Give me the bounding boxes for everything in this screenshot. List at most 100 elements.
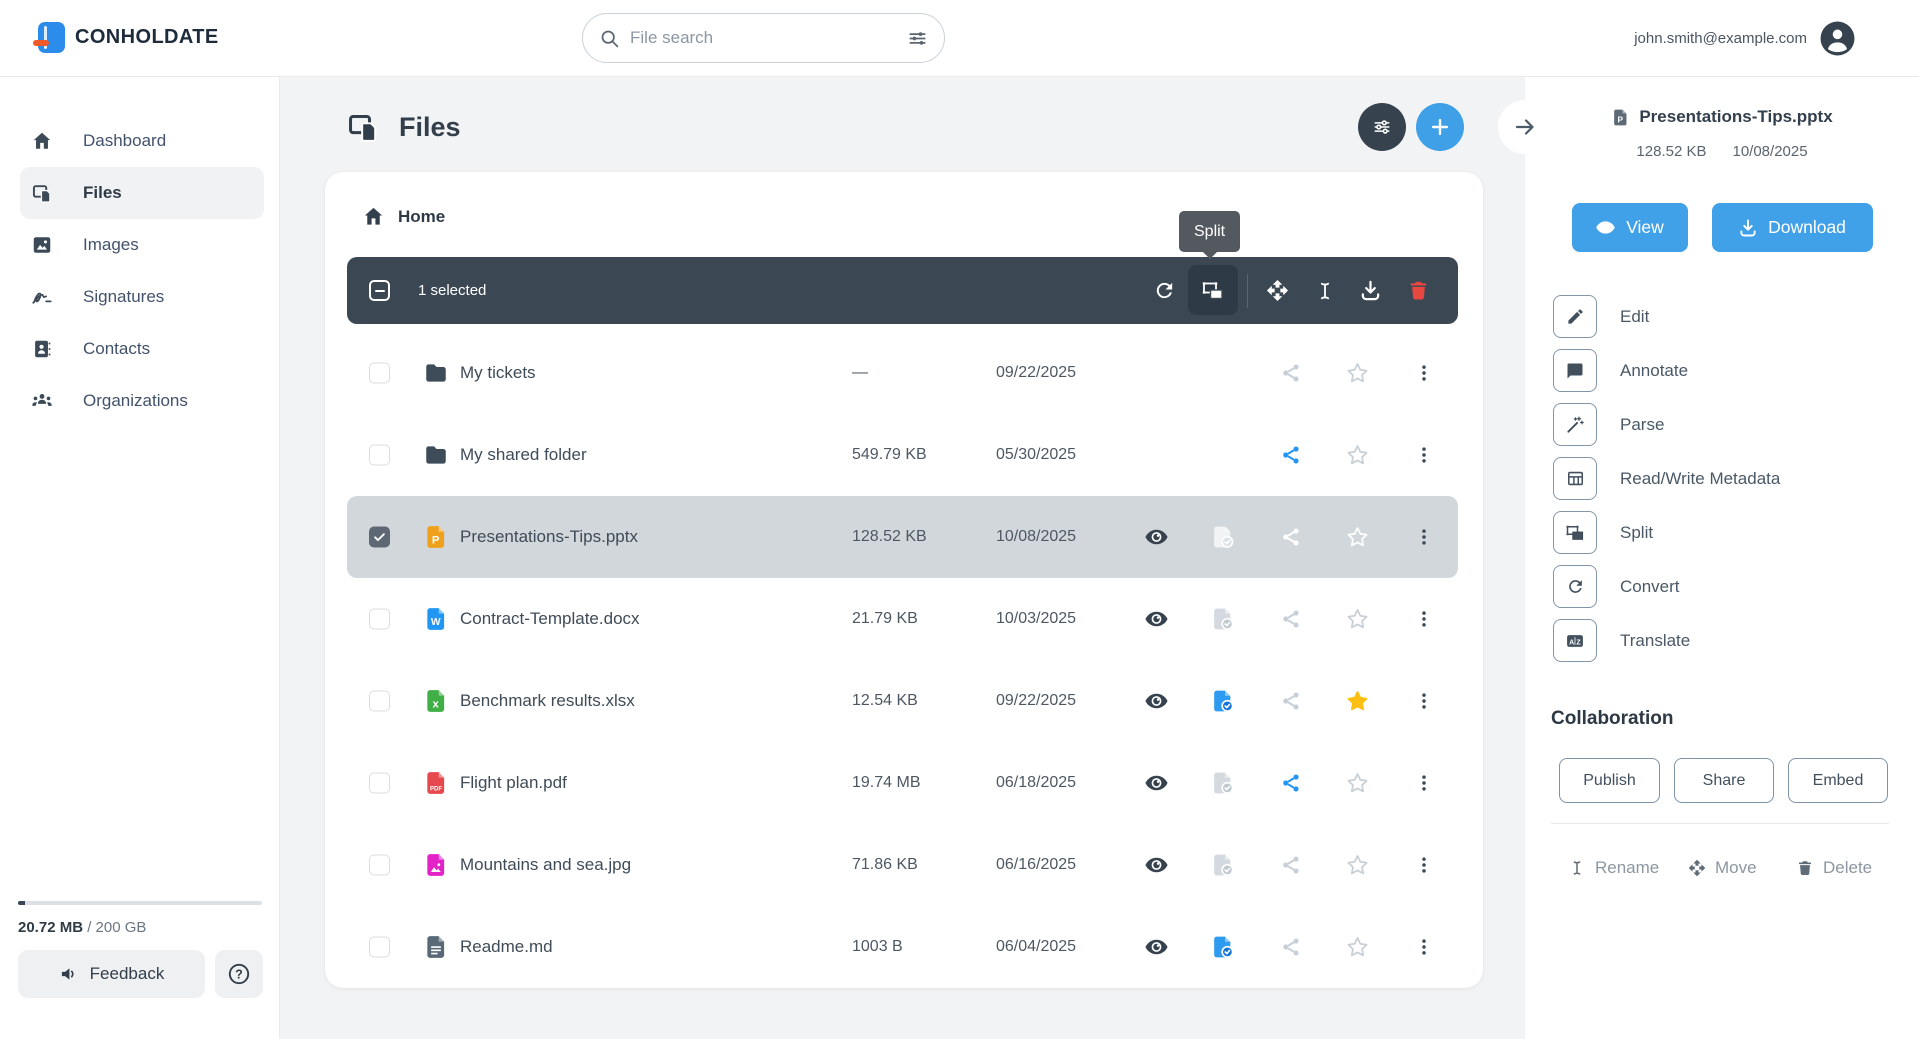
share-button[interactable] [1280, 936, 1302, 958]
favorite-button[interactable] [1345, 771, 1370, 796]
approval-button[interactable] [1210, 525, 1235, 550]
download-button[interactable] [1350, 257, 1390, 324]
file-name[interactable]: Flight plan.pdf [460, 773, 567, 793]
docx-file-icon [423, 606, 449, 632]
delete-button[interactable]: Delete [1796, 853, 1872, 883]
share-button[interactable] [1280, 854, 1302, 876]
action-translate[interactable]: Translate [1553, 619, 1893, 662]
favorite-button[interactable] [1345, 689, 1370, 714]
avatar[interactable] [1819, 20, 1856, 57]
row-checkbox[interactable] [369, 773, 390, 794]
share-button[interactable] [1280, 608, 1302, 630]
brand-logo[interactable]: CONHOLDATE [38, 22, 219, 53]
sidebar-item-images[interactable]: Images [20, 219, 264, 271]
row-checkbox[interactable] [369, 363, 390, 384]
file-name[interactable]: Presentations-Tips.pptx [460, 527, 638, 547]
file-row[interactable]: My shared folder 549.79 KB 05/30/2025 [347, 414, 1458, 496]
action-convert[interactable]: Convert [1553, 565, 1893, 608]
favorite-button[interactable] [1345, 607, 1370, 632]
action-metadata[interactable]: Read/Write Metadata [1553, 457, 1893, 500]
move-button[interactable] [1257, 257, 1297, 324]
row-checkbox[interactable] [369, 937, 390, 958]
share-button[interactable] [1280, 772, 1302, 794]
row-checkbox[interactable] [369, 445, 390, 466]
file-name[interactable]: Readme.md [460, 937, 553, 957]
preview-button[interactable] [1144, 771, 1169, 796]
convert-button[interactable] [1144, 257, 1184, 324]
search-input[interactable] [630, 28, 897, 48]
download-button[interactable]: Download [1712, 203, 1873, 252]
action-label: Read/Write Metadata [1620, 469, 1780, 489]
row-menu-button[interactable] [1414, 937, 1434, 957]
favorite-button[interactable] [1345, 853, 1370, 878]
favorite-button[interactable] [1345, 935, 1370, 960]
sidebar-item-signatures[interactable]: Signatures [20, 271, 264, 323]
delete-button[interactable] [1398, 257, 1438, 324]
favorite-button[interactable] [1345, 361, 1370, 386]
approval-button[interactable] [1210, 771, 1235, 796]
sidebar-item-dashboard[interactable]: Dashboard [20, 115, 264, 167]
sidebar-item-organizations[interactable]: Organizations [20, 375, 264, 427]
approval-button[interactable] [1210, 689, 1235, 714]
share-button[interactable]: Share [1674, 758, 1774, 803]
file-row[interactable]: My tickets — 09/22/2025 [347, 332, 1458, 414]
row-checkbox[interactable] [369, 691, 390, 712]
file-row[interactable]: Benchmark results.xlsx 12.54 KB 09/22/20… [347, 660, 1458, 742]
row-checkbox[interactable] [369, 609, 390, 630]
preview-button[interactable] [1144, 607, 1169, 632]
row-menu-button[interactable] [1414, 691, 1434, 711]
action-split[interactable]: Split [1553, 511, 1893, 554]
approval-button[interactable] [1210, 853, 1235, 878]
file-name[interactable]: My shared folder [460, 445, 587, 465]
share-button[interactable] [1280, 526, 1302, 548]
embed-button[interactable]: Embed [1788, 758, 1888, 803]
add-file-button[interactable] [1416, 103, 1464, 151]
approval-button[interactable] [1210, 607, 1235, 632]
sidebar-item-files[interactable]: Files [20, 167, 264, 219]
row-menu-button[interactable] [1414, 855, 1434, 875]
row-menu-button[interactable] [1414, 609, 1434, 629]
file-name[interactable]: Benchmark results.xlsx [460, 691, 635, 711]
row-checkbox[interactable] [369, 527, 390, 548]
file-row-selected[interactable]: Presentations-Tips.pptx 128.52 KB 10/08/… [347, 496, 1458, 578]
collaboration-title: Collaboration [1551, 708, 1673, 730]
file-row[interactable]: Contract-Template.docx 21.79 KB 10/03/20… [347, 578, 1458, 660]
file-row[interactable]: Readme.md 1003 B 06/04/2025 [347, 906, 1458, 988]
row-menu-button[interactable] [1414, 445, 1434, 465]
publish-button[interactable]: Publish [1559, 758, 1660, 803]
preview-button[interactable] [1144, 689, 1169, 714]
file-name[interactable]: Contract-Template.docx [460, 609, 640, 629]
preview-button[interactable] [1144, 525, 1169, 550]
action-annotate[interactable]: Annotate [1553, 349, 1893, 392]
feedback-button[interactable]: Feedback [18, 950, 205, 998]
sidebar-item-contacts[interactable]: Contacts [20, 323, 264, 375]
favorite-button[interactable] [1345, 525, 1370, 550]
rename-button[interactable] [1305, 257, 1345, 324]
view-button[interactable]: View [1572, 203, 1688, 252]
row-checkbox[interactable] [369, 855, 390, 876]
preview-button[interactable] [1144, 853, 1169, 878]
move-button[interactable]: Move [1688, 853, 1757, 883]
rename-button[interactable]: Rename [1568, 853, 1659, 883]
file-name[interactable]: Mountains and sea.jpg [460, 855, 631, 875]
select-all-checkbox[interactable] [369, 280, 390, 301]
row-menu-button[interactable] [1414, 773, 1434, 793]
breadcrumb[interactable]: Home [362, 205, 445, 228]
help-button[interactable] [215, 950, 263, 998]
preview-button[interactable] [1144, 935, 1169, 960]
split-button[interactable] [1193, 257, 1233, 324]
action-parse[interactable]: Parse [1553, 403, 1893, 446]
share-button[interactable] [1280, 444, 1302, 466]
approval-button[interactable] [1210, 935, 1235, 960]
share-button[interactable] [1280, 362, 1302, 384]
action-edit[interactable]: Edit [1553, 295, 1893, 338]
row-menu-button[interactable] [1414, 363, 1434, 383]
favorite-button[interactable] [1345, 443, 1370, 468]
file-name[interactable]: My tickets [460, 363, 536, 383]
row-menu-button[interactable] [1414, 527, 1434, 547]
file-row[interactable]: Flight plan.pdf 19.74 MB 06/18/2025 [347, 742, 1458, 824]
file-row[interactable]: Mountains and sea.jpg 71.86 KB 06/16/202… [347, 824, 1458, 906]
share-button[interactable] [1280, 690, 1302, 712]
search-filters-icon[interactable] [907, 28, 928, 49]
view-settings-button[interactable] [1358, 103, 1406, 151]
